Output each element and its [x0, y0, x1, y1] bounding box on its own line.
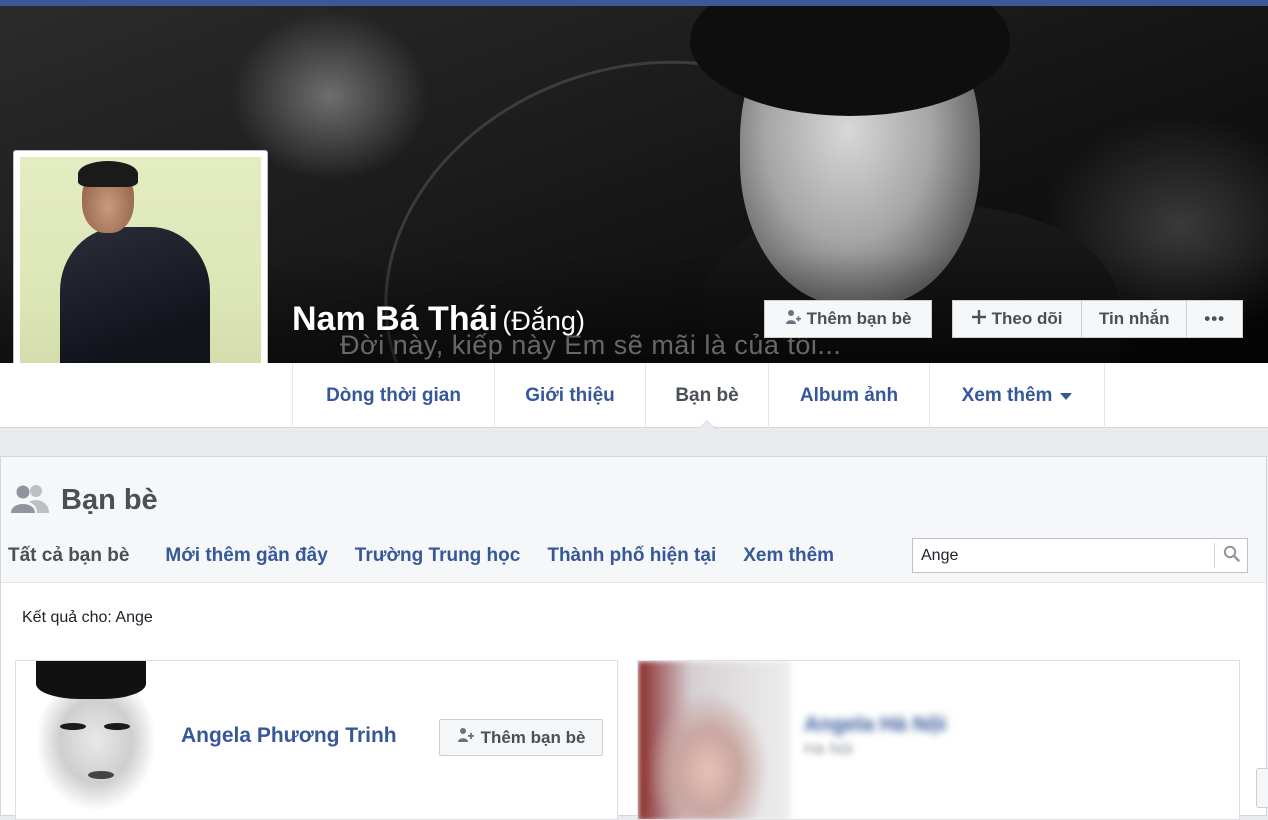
friend-card: Angela Phương Trinh Thêm bạn bè [15, 660, 618, 820]
add-friend-button[interactable]: Thêm bạn bè [439, 719, 603, 756]
message-button[interactable]: Tin nhắn [1082, 301, 1188, 337]
friend-card: Angela Hà Nội Hà Nội [637, 660, 1240, 820]
tab-timeline[interactable]: Dòng thời gian [293, 363, 495, 428]
tab-friends[interactable]: Bạn bè [646, 363, 769, 429]
tab-more[interactable]: Xem thêm [930, 363, 1105, 428]
add-friend-icon [785, 309, 801, 330]
subtab-all-friends[interactable]: Tất cả bạn bè [8, 545, 129, 567]
tab-more-label: Xem thêm [961, 384, 1053, 406]
search-icon [1223, 545, 1240, 567]
profile-actions: Theo dõi Tin nhắn ••• [952, 300, 1243, 338]
friend-name-blurred[interactable]: Angela Hà Nội [804, 713, 946, 737]
tab-photos[interactable]: Album ảnh [769, 363, 930, 428]
chat-sidebar-handle[interactable] [1256, 768, 1268, 808]
friends-title-text: Bạn bè [61, 484, 158, 516]
tab-about-label: Giới thiệu [525, 384, 615, 406]
message-label: Tin nhắn [1098, 309, 1170, 328]
friends-subtabs: Tất cả bạn bè Mới thêm gần đây Trường Tr… [8, 545, 861, 567]
tab-about[interactable]: Giới thiệu [495, 363, 646, 428]
profile-nav: Dòng thời gian Giới thiệu Bạn bè Album ả… [0, 363, 1268, 429]
friend-search-input[interactable] [913, 539, 1214, 572]
add-friend-button[interactable]: Thêm bạn bè [764, 300, 932, 338]
profile-name-main[interactable]: Nam Bá Thái [292, 300, 498, 338]
subtab-recently-added[interactable]: Mới thêm gần đây [165, 545, 327, 567]
friends-panel: Bạn bè Tất cả bạn bè Mới thêm gần đây Tr… [0, 456, 1267, 820]
caret-down-icon [1060, 393, 1073, 400]
subtab-more[interactable]: Xem thêm [743, 545, 834, 567]
more-dots-icon: ••• [1204, 309, 1226, 328]
tab-timeline-label: Dòng thời gian [326, 384, 461, 406]
subtab-high-school[interactable]: Trường Trung học [355, 545, 521, 567]
add-friend-label: Thêm bạn bè [480, 727, 586, 747]
profile-picture-image [20, 157, 261, 397]
friend-avatar[interactable] [16, 661, 156, 819]
profile-name[interactable]: Nam Bá Thái (Đắng) [292, 300, 585, 339]
friend-search [912, 538, 1248, 573]
add-friend-label: Thêm bạn bè [806, 309, 912, 328]
plus-icon [971, 309, 986, 329]
profile-tabs: Dòng thời gian Giới thiệu Bạn bè Album ả… [292, 363, 1105, 429]
friend-avatar-blurred[interactable] [638, 661, 791, 819]
search-button[interactable] [1214, 543, 1247, 568]
friend-name[interactable]: Angela Phương Trinh [181, 724, 397, 748]
friends-header: Bạn bè Tất cả bạn bè Mới thêm gần đây Tr… [1, 457, 1266, 583]
tab-friends-label: Bạn bè [675, 384, 739, 406]
more-options-button[interactable]: ••• [1187, 301, 1242, 337]
add-friend-icon [457, 727, 475, 748]
friends-icon [11, 483, 49, 518]
tab-photos-label: Album ảnh [799, 384, 899, 406]
follow-label: Theo dõi [991, 309, 1063, 328]
profile-alternate-name: (Đắng) [502, 306, 585, 336]
friends-title: Bạn bè [11, 483, 158, 518]
search-results-label: Kết quả cho: Ange [22, 609, 153, 626]
subtab-current-city[interactable]: Thành phố hiện tại [547, 545, 716, 567]
friend-subtitle-blurred: Hà Nội [804, 741, 853, 758]
follow-button[interactable]: Theo dõi [953, 301, 1083, 337]
